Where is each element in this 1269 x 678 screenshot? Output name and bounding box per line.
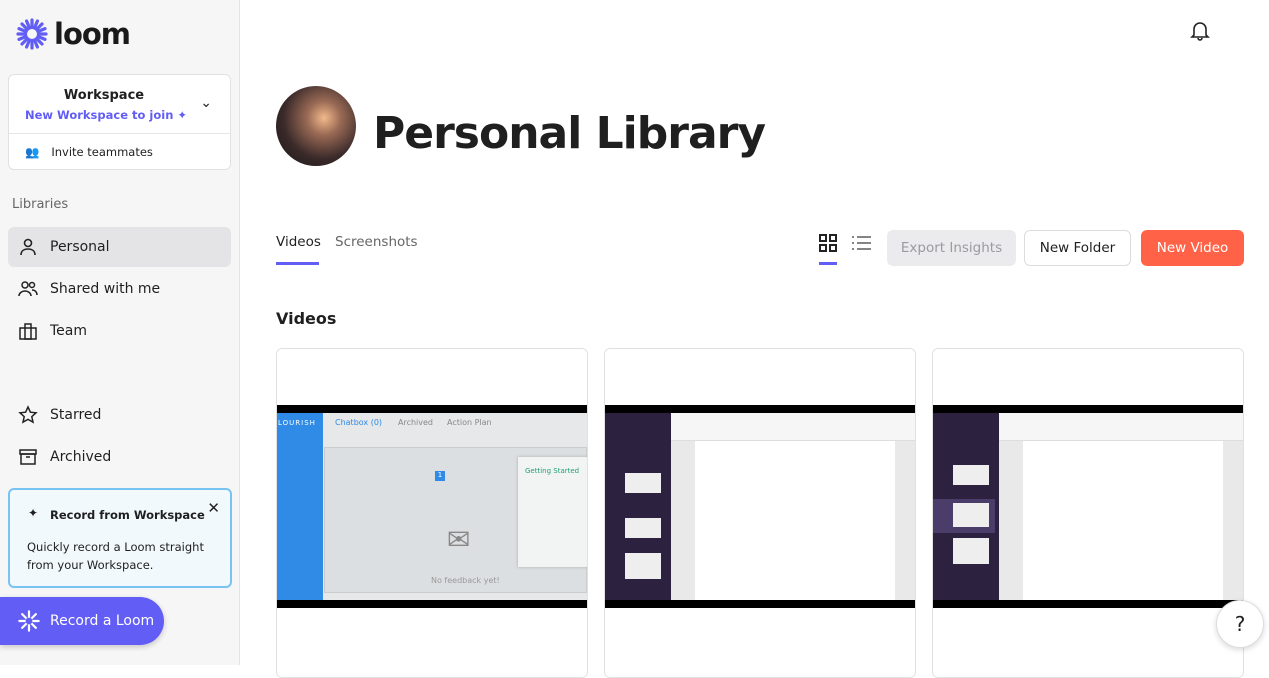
sidebar-item-personal[interactable]: Personal	[8, 227, 231, 267]
thumb-brand: LOURISH	[278, 419, 316, 427]
person-icon	[20, 238, 36, 256]
bell-icon[interactable]	[1189, 19, 1211, 41]
loom-star-icon	[18, 610, 40, 632]
record-label: Record a Loom	[50, 613, 155, 629]
thumb-empty-text: No feedback yet!	[431, 576, 500, 585]
page-title: Personal Library	[373, 108, 766, 159]
sparkle-icon: ✦	[28, 506, 39, 520]
sidebar-item-team[interactable]: Team	[8, 311, 231, 351]
export-insights-button[interactable]: Export Insights	[887, 230, 1016, 266]
thumb-tab: Chatbox (0)	[335, 418, 383, 427]
tip-title: Record from Workspace	[50, 508, 205, 522]
tab-videos[interactable]: Videos	[276, 234, 321, 250]
sidebar: loom Workspace New Workspace to join ✦ ⌄…	[0, 0, 240, 665]
new-video-button[interactable]: New Video	[1141, 230, 1244, 266]
close-icon[interactable]: ✕	[207, 499, 220, 517]
workspace-join-link[interactable]: New Workspace to join ✦	[25, 108, 187, 122]
new-folder-button[interactable]: New Folder	[1024, 230, 1131, 266]
divider	[9, 133, 230, 134]
avatar	[276, 86, 356, 166]
view-indicator	[819, 262, 837, 265]
workspace-join-label: New Workspace to join	[25, 108, 174, 122]
video-thumbnail: LOURISH Chatbox (0) Archived Action Plan…	[277, 405, 587, 608]
star-icon	[18, 405, 38, 424]
archive-icon	[19, 449, 37, 465]
tab-screenshots[interactable]: Screenshots	[335, 234, 418, 250]
tip-body: Quickly record a Loom straight from your…	[27, 540, 204, 572]
video-card[interactable]	[932, 348, 1244, 678]
chevron-down-icon[interactable]: ⌄	[200, 95, 212, 111]
libraries-heading: Libraries	[12, 197, 69, 212]
building-icon	[19, 323, 37, 340]
people-icon	[18, 281, 38, 297]
sidebar-item-label: Team	[50, 323, 88, 339]
video-card[interactable]	[604, 348, 916, 678]
invite-label: Invite teammates	[51, 145, 153, 159]
record-from-workspace-tip: ✦ Record from Workspace ✕ Quickly record…	[8, 488, 232, 588]
sidebar-item-shared[interactable]: Shared with me	[8, 269, 231, 309]
thumb-tab: Archived	[398, 418, 434, 427]
help-button[interactable]: ?	[1216, 600, 1264, 648]
thumb-panel-title: Getting Started	[525, 467, 580, 475]
envelope-icon: ✉	[447, 523, 471, 556]
record-a-loom-button[interactable]: Record a Loom	[0, 597, 164, 645]
sidebar-item-label: Starred	[50, 407, 102, 423]
sidebar-item-archived[interactable]: Archived	[8, 437, 231, 477]
video-card[interactable]: LOURISH Chatbox (0) Archived Action Plan…	[276, 348, 588, 678]
loom-logo[interactable]: loom	[16, 17, 131, 51]
sidebar-item-starred[interactable]: Starred	[8, 395, 231, 435]
sidebar-item-label: Personal	[50, 239, 110, 255]
thumb-page: 1	[435, 471, 445, 481]
brand-name: loom	[54, 17, 131, 51]
active-tab-indicator	[276, 262, 319, 265]
video-thumbnail	[933, 405, 1243, 608]
video-thumbnail	[605, 405, 915, 608]
sparkle-icon: ✦	[177, 108, 188, 122]
workspace-switcher[interactable]: Workspace New Workspace to join ✦ ⌄ 👥 Inv…	[8, 74, 231, 170]
sidebar-item-label: Archived	[50, 449, 112, 465]
section-heading: Videos	[276, 309, 337, 328]
grid-view-icon[interactable]	[819, 234, 837, 252]
list-view-icon[interactable]	[852, 235, 872, 251]
add-people-icon: 👥	[25, 145, 40, 159]
thumb-tab: Action Plan	[447, 418, 492, 427]
invite-teammates-button[interactable]: 👥 Invite teammates	[25, 145, 153, 159]
sidebar-item-label: Shared with me	[50, 281, 161, 297]
workspace-title: Workspace	[63, 88, 145, 103]
loom-star-icon	[16, 18, 48, 50]
